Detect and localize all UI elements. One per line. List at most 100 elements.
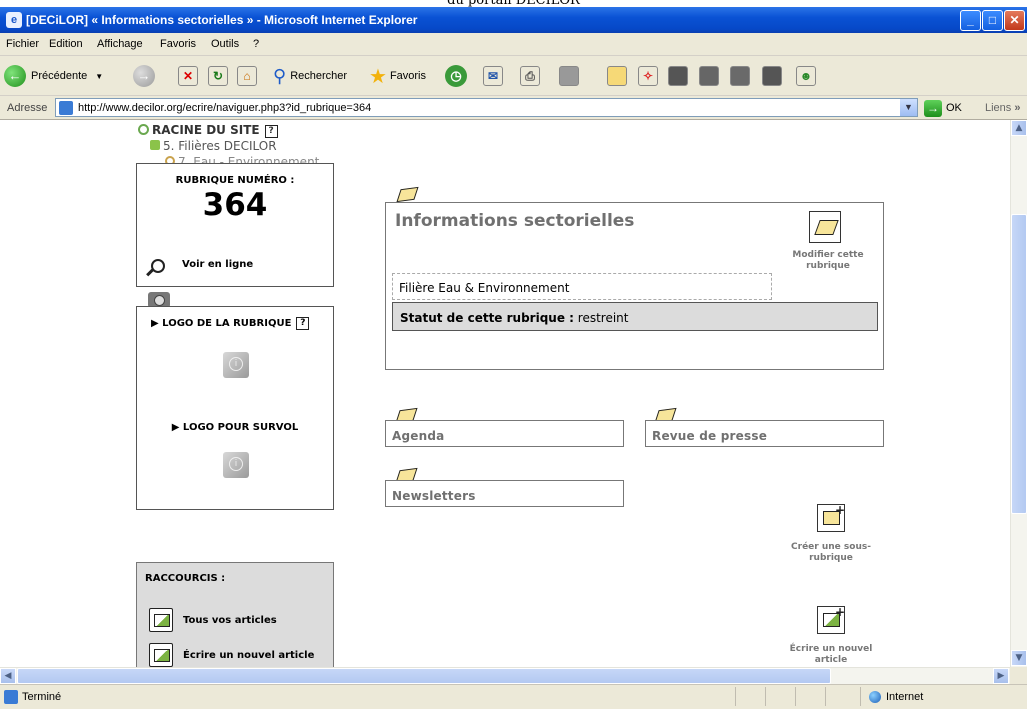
shortcut-new-article[interactable]: Écrire un nouvel article [149,643,314,667]
forward-button[interactable]: → [133,64,155,88]
stop-icon: ✕ [178,66,198,86]
menu-help[interactable]: ? [253,38,259,50]
refresh-button[interactable]: ↻ [208,64,228,88]
rubrique-number-box: RUBRIQUE NUMÉRO : 364 Voir en ligne [136,163,334,287]
write-article-link[interactable]: Écrire un nouvel article [781,644,881,666]
scroll-down-icon[interactable]: ▼ [1011,650,1027,666]
edit-rubrique-link[interactable]: Modifier cette rubrique [783,250,873,272]
articles-icon [149,608,173,632]
breadcrumb-root[interactable]: RACINE DU SITE? [138,123,278,138]
back-button[interactable]: ← Précédente ▼ [4,64,103,88]
breadcrumb-level1-label: 5. Filières DECILOR [163,139,277,153]
scroll-left-icon[interactable]: ◀ [0,668,16,684]
folder-button[interactable] [607,64,627,88]
close-button[interactable]: ✕ [1004,10,1025,31]
tool-button-3[interactable] [730,64,750,88]
horizontal-scrollbar[interactable]: ◀ ▶ [0,667,1010,684]
horizontal-scroll-thumb[interactable] [17,668,831,684]
edit-button[interactable] [559,64,579,88]
menu-fichier[interactable]: Fichier [6,38,39,50]
vertical-scroll-thumb[interactable] [1011,214,1027,514]
write-article-icon[interactable] [817,605,845,634]
tool-button-2[interactable] [699,64,719,88]
mail-button[interactable]: ✉ [483,64,503,88]
shortcuts-box: RACCOURCIS : Tous vos articles Écrire un… [136,562,334,667]
scroll-right-icon[interactable]: ▶ [993,668,1009,684]
status-cell [765,687,766,706]
menu-favoris[interactable]: Favoris [160,38,196,50]
address-dropdown-icon[interactable]: ▼ [900,99,917,116]
print-icon: ⎙ [520,66,540,86]
rubrique-number: 364 [202,187,268,223]
rubrique-title: Informations sectorielles [395,211,635,231]
edit-rubrique-icon[interactable] [809,211,841,243]
page-done-icon [4,690,18,704]
menu-edition[interactable]: Edition [49,38,83,50]
breadcrumb-root-label: RACINE DU SITE [152,123,260,137]
hover-logo-placeholder-icon: i [223,452,249,478]
breadcrumb-level1[interactable]: 5. Filières DECILOR [150,139,277,153]
vertical-scrollbar[interactable]: ▲ ▼ [1010,120,1027,667]
create-subsection-icon[interactable] [817,503,845,532]
search-label: Rechercher [290,70,348,82]
forward-arrow-icon: → [133,65,155,87]
status-bar: Terminé Internet [0,684,1027,709]
status-text: Terminé [22,691,62,703]
scrollbar-corner [1010,667,1027,684]
subsection-newsletters[interactable]: Newsletters [385,480,624,507]
logo-placeholder-icon: i [223,352,249,378]
window-title: [DECiLOR] « Informations sectorielles » … [26,13,418,27]
menu-affichage[interactable]: Affichage [97,38,143,50]
go-button[interactable]: → OK [924,99,962,117]
menu-outils[interactable]: Outils [211,38,239,50]
subsection-revue-de-presse[interactable]: Revue de presse [645,420,884,447]
history-button[interactable]: ◷ [445,64,467,88]
tool-button-1[interactable] [668,64,688,88]
search-button[interactable]: ⚲ Rechercher [273,64,347,88]
maximize-button[interactable]: □ [982,10,1003,31]
folder-icon [607,66,627,86]
minimize-button[interactable]: _ [960,10,981,31]
create-subsection-link[interactable]: Créer une sous-rubrique [781,542,881,564]
print-button[interactable]: ⎙ [520,64,540,88]
rubrique-number-label: RUBRIQUE NUMÉRO : [175,175,295,186]
home-button[interactable]: ⌂ [237,64,257,88]
menu-bar: Fichier Edition Affichage Favoris Outils… [0,33,1027,86]
root-icon [138,124,149,135]
address-label: Adresse [7,102,48,114]
view-online-link[interactable]: Voir en ligne [182,259,253,270]
camera-icon [668,66,688,86]
address-bar: Adresse http://www.decilor.org/ecrire/na… [0,96,1027,120]
logo-help-icon[interactable]: ? [296,317,310,330]
go-label: OK [946,102,962,114]
favorites-button[interactable]: ★ Favoris [369,64,426,88]
address-url: http://www.decilor.org/ecrire/naviguer.p… [78,102,372,114]
status-cell [860,687,861,706]
media-icon [699,66,719,86]
rubrique-info-box: Informations sectorielles Modifier cette… [385,202,884,370]
messenger-button[interactable]: ✧ [638,64,658,88]
links-toolbar[interactable]: Liens » [985,102,1020,114]
tool-button-4[interactable] [762,64,782,88]
section-icon [150,140,160,150]
address-input[interactable]: http://www.decilor.org/ecrire/naviguer.p… [55,98,918,117]
scroll-up-icon[interactable]: ▲ [1011,120,1027,136]
status-cell [825,687,826,706]
history-icon: ◷ [445,65,467,87]
help-icon[interactable]: ? [264,125,278,138]
subsection-agenda[interactable]: Agenda [385,420,624,447]
messenger2-button[interactable]: ☻ [796,64,816,88]
new-article-icon [149,643,173,667]
page-icon [59,101,73,115]
status-value: restreint [577,311,629,325]
top-caption: du portail DECILOR [0,0,1027,7]
shortcut-all-articles[interactable]: Tous vos articles [149,608,277,632]
magnifier-icon[interactable] [151,259,165,273]
logo-rubrique-toggle[interactable]: ▶ LOGO DE LA RUBRIQUE? [151,317,310,330]
star-icon: ★ [369,65,387,88]
shortcut-new-article-label: Écrire un nouvel article [183,649,315,661]
stop-button[interactable]: ✕ [178,64,198,88]
shortcuts-title: RACCOURCIS : [145,573,226,584]
search-icon: ⚲ [273,65,287,86]
logo-survol-toggle[interactable]: ▶ LOGO POUR SURVOL [137,422,333,433]
